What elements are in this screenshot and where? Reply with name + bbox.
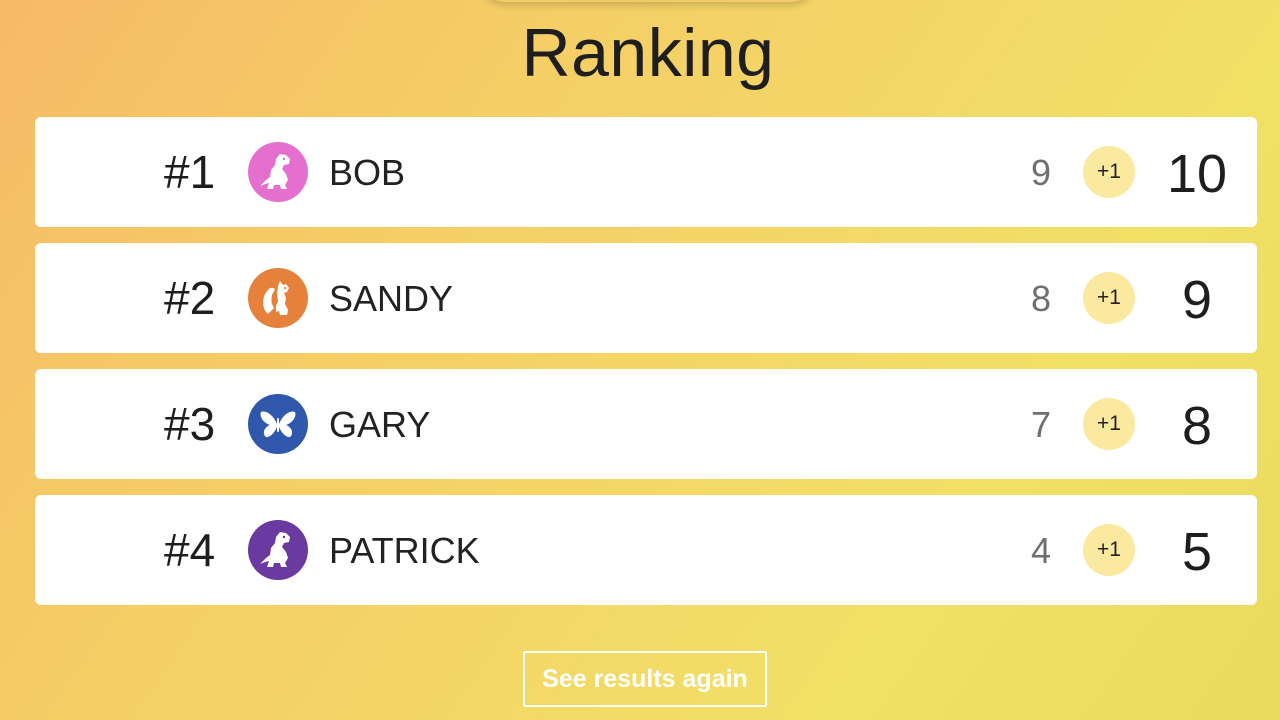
player-name: PATRICK (329, 530, 480, 571)
rank-label: #2 (164, 272, 216, 324)
squirrel-icon (263, 281, 289, 315)
avatar (248, 268, 308, 328)
rank-label: #4 (164, 524, 216, 576)
ranking-row: #1 BOB 9 +1 10 (35, 117, 1257, 227)
bonus-badge: +1 (1083, 398, 1135, 450)
avatar (248, 520, 308, 580)
total-score: 10 (1166, 144, 1228, 204)
bonus-badge: +1 (1083, 272, 1135, 324)
previous-score: 7 (1030, 404, 1052, 445)
dinosaur-icon (260, 532, 290, 567)
player-name: SANDY (329, 278, 454, 319)
butterfly-icon (260, 411, 296, 438)
ranking-row: #3 GARY 7 +1 8 (35, 369, 1257, 479)
avatar (248, 142, 308, 202)
previous-score: 8 (1030, 278, 1052, 319)
dinosaur-icon (260, 154, 290, 189)
top-tab (478, 0, 818, 2)
bonus-badge: +1 (1083, 146, 1135, 198)
total-score: 5 (1181, 522, 1213, 582)
previous-score: 9 (1030, 152, 1052, 193)
page-title: Ranking (521, 15, 775, 91)
previous-score: 4 (1030, 530, 1052, 571)
rank-label: #1 (164, 146, 216, 198)
player-name: GARY (329, 404, 431, 445)
ranking-row: #2 SANDY 8 +1 9 (35, 243, 1257, 353)
total-score: 9 (1181, 270, 1213, 330)
see-results-again-button[interactable]: See results again (523, 651, 767, 707)
total-score: 8 (1181, 396, 1213, 456)
rank-label: #3 (164, 398, 216, 450)
ranking-row: #4 PATRICK 4 +1 5 (35, 495, 1257, 605)
player-name: BOB (329, 152, 406, 193)
avatar (248, 394, 308, 454)
bonus-badge: +1 (1083, 524, 1135, 576)
